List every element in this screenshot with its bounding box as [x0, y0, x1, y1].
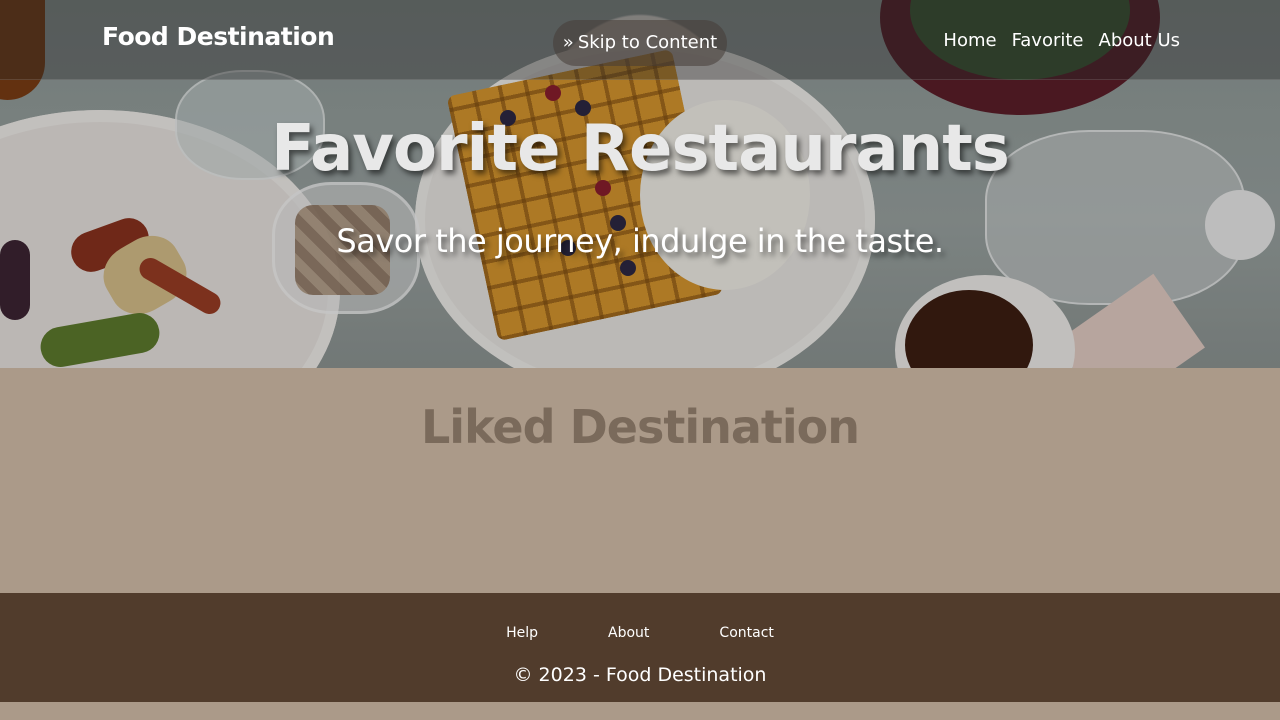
app-header: Food Destination » Skip to Content Home F… — [0, 0, 1280, 80]
main-nav: Home Favorite About Us — [943, 30, 1180, 51]
app-footer: Help About Contact © 2023 - Food Destina… — [0, 593, 1280, 702]
skip-to-content-label: Skip to Content — [577, 32, 718, 53]
footer-link-contact[interactable]: Contact — [719, 625, 773, 641]
page-bottom-strip — [0, 702, 1280, 720]
copyright-text: © 2023 - Food Destination — [513, 664, 767, 686]
hero-title: Favorite Restaurants — [271, 112, 1010, 186]
hero-subtitle: Savor the journey, indulge in the taste. — [336, 222, 944, 260]
main-content: Liked Destination — [0, 368, 1280, 593]
nav-item-home[interactable]: Home — [943, 30, 996, 51]
double-chevron-right-icon: » — [562, 32, 574, 53]
footer-link-help[interactable]: Help — [506, 625, 538, 641]
liked-destination-heading: Liked Destination — [421, 400, 860, 454]
footer-link-about[interactable]: About — [608, 625, 649, 641]
footer-links: Help About Contact — [0, 625, 1280, 641]
nav-item-favorite[interactable]: Favorite — [1012, 30, 1084, 51]
skip-to-content-link[interactable]: » Skip to Content — [553, 20, 727, 66]
brand-logo[interactable]: Food Destination — [102, 22, 335, 51]
nav-item-about-us[interactable]: About Us — [1099, 30, 1181, 51]
